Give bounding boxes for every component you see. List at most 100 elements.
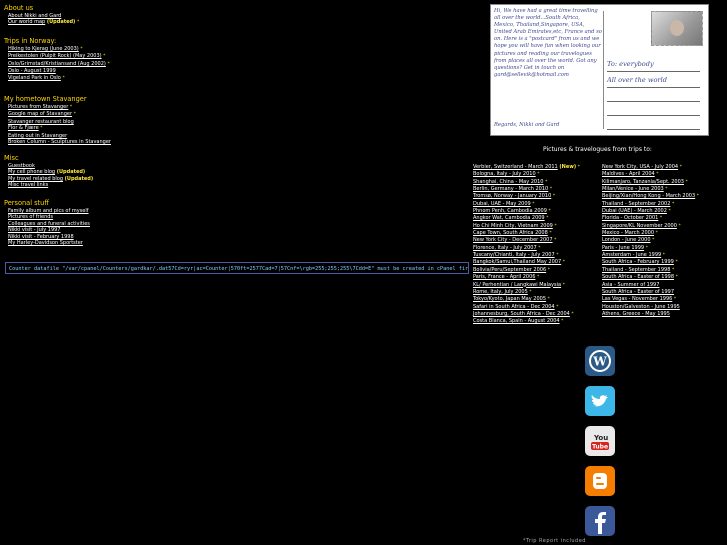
trip-link[interactable]: Preikestolen (Pulpit Rock) (May 2003)	[8, 53, 102, 59]
trip-link[interactable]: Dubai (UAE) - March 2002	[602, 208, 667, 214]
trip-link[interactable]: Milan/Venice - June 2003	[602, 186, 664, 192]
trip-link[interactable]: Berlin, Germany - March 2010	[473, 186, 548, 192]
trip-link[interactable]: Bangkok/Samui,Thailand May 2007	[473, 259, 561, 265]
trip-link[interactable]: Costa Blanca, Spain - August 2004	[473, 318, 560, 324]
trip-link[interactable]: Ho Chi Minh City, Vietnam 2009	[473, 223, 553, 229]
trip-link[interactable]: Verbier, Switzerland - March 2011	[473, 164, 558, 170]
postcard: Hi, We have had a great time travelling …	[490, 4, 709, 136]
star-icon: *	[561, 319, 564, 325]
list-item: Our world map (Updated) *	[8, 19, 79, 26]
trip-item: Safari in South Africa - Dec 2004 *	[473, 304, 580, 311]
section-heading: Personal stuff	[4, 199, 49, 207]
trip-link[interactable]: Bolivia/Peru/September 2006	[473, 267, 546, 273]
trip-link[interactable]: Las Vegas - November 1996	[602, 296, 672, 302]
trip-link[interactable]: South Africa - February 1999	[602, 259, 674, 265]
trip-link[interactable]: Athens, Greece - May 1995	[602, 311, 670, 317]
trip-link[interactable]: Johannesburg, South Africa - Dec 2004	[473, 311, 570, 317]
trip-link[interactable]: Paris - June 1999	[602, 245, 644, 251]
trip-link[interactable]: Mexico - March 2000	[602, 230, 654, 236]
section-personal: Personal stuff Family album and pics of …	[4, 199, 90, 246]
blogger-icon[interactable]	[585, 466, 615, 496]
trip-link[interactable]: Houston/Galveston - June 1995	[602, 304, 680, 310]
trip-link[interactable]: Oslo - August 1999	[8, 68, 56, 74]
trip-link[interactable]: Thailand - September 2002	[602, 201, 670, 207]
trip-link[interactable]: New York City - December 2007	[473, 237, 553, 243]
section-about: About us About Nikki and Gard Our world …	[4, 4, 79, 27]
world-map-link[interactable]: Our world map	[8, 19, 45, 25]
star-icon: *	[656, 172, 659, 178]
trip-link[interactable]: Rome, Italy, July 2005	[473, 289, 528, 295]
twitter-icon[interactable]	[585, 386, 615, 416]
stavanger-link[interactable]: Stavanger restaurant blog	[8, 119, 74, 125]
trip-link[interactable]: Phnom Penh, Cambodia 2009	[473, 208, 547, 214]
stavanger-link[interactable]: Broken Column - Sculptures in Stavanger	[8, 139, 111, 145]
trip-link[interactable]: South Africa - Easter of 1997	[602, 289, 674, 295]
trip-link[interactable]: Florence, Italy - July 2007	[473, 245, 537, 251]
star-icon: *	[103, 54, 106, 60]
postcard-address-line	[607, 115, 700, 116]
star-icon: *	[679, 165, 682, 170]
face-icon	[670, 20, 684, 36]
trip-item: Thailand - September 2002 *	[602, 201, 699, 208]
travel-blog-link[interactable]: My travel related blog	[8, 176, 63, 182]
about-link[interactable]: About Nikki and Gard	[8, 13, 61, 19]
star-icon: *	[672, 201, 675, 207]
trip-link[interactable]: Florida - October 2001	[602, 215, 658, 221]
stavanger-link[interactable]: Flor & Fjære	[8, 125, 39, 131]
trip-link[interactable]: Amsterdam - June 1999	[602, 252, 661, 258]
trip-link[interactable]: KL/ Perhentian / Langkawi Malaysia	[473, 282, 561, 288]
trip-link[interactable]: Hiking to Kjerag (June 2003)	[8, 46, 79, 52]
star-icon: *	[562, 260, 566, 266]
trip-link[interactable]: Tuscany/Chianti, Italy - July 2007	[473, 252, 555, 258]
trip-link[interactable]: London - June 2000	[602, 237, 651, 243]
trip-link[interactable]: Tromsø, Norway - January 2010	[473, 193, 551, 199]
trips-list-right: New York City, USA - July 2004 * Maldives…	[602, 164, 699, 318]
star-icon: *	[556, 304, 559, 310]
trip-item: Shanghai, China - May 2010 *	[473, 179, 580, 186]
section-heading: About us	[4, 4, 34, 12]
facebook-icon[interactable]	[585, 506, 615, 536]
trip-link[interactable]: Tokyo/Kyoto, Japan May 2005	[473, 296, 546, 302]
personal-link[interactable]: Nikki visit - February 1998	[8, 234, 74, 240]
trip-link[interactable]: Beijing/Xian/Hong Kong - March 2003	[602, 193, 695, 199]
list-item: My Harley-Davidson Sportster	[8, 240, 90, 246]
personal-link[interactable]: Colleagues and funeral activities	[8, 221, 90, 227]
star-icon: *	[547, 267, 550, 273]
personal-link[interactable]: Family album and pics of myself	[8, 208, 89, 214]
trip-item: Dubai (UAE) - March 2002 *	[602, 208, 699, 215]
youtube-icon[interactable]: You Tube	[585, 426, 615, 456]
trip-link[interactable]: Cape Town, South Africa 2008	[473, 230, 548, 236]
trip-link[interactable]: Paris, France - April 2006	[473, 274, 535, 280]
stavanger-link[interactable]: Google map of Stavanger	[8, 111, 72, 117]
stavanger-link[interactable]: Pictures from Stavanger	[8, 104, 68, 110]
trip-item: Beijing/Xian/Hong Kong - March 2003 *	[602, 193, 699, 200]
star-icon: *	[76, 20, 80, 26]
trip-link[interactable]: Kilimanjaro, Tanzania/Sept. 2003	[602, 179, 684, 185]
cell-blog-link[interactable]: My cell phone blog	[8, 169, 55, 175]
postcard-to-line: To: everybody	[607, 60, 700, 72]
trip-link[interactable]: Safari in South Africa - Dec 2004	[473, 304, 555, 310]
trip-item: Milan/Venice - June 2003 *	[602, 186, 699, 193]
personal-link[interactable]: Nikki visit - July 1997	[8, 227, 61, 233]
trip-link[interactable]: Vigeland Park in Oslo	[8, 75, 61, 81]
trip-link[interactable]: Oslo/Grimstad/Kristiansand (Aug 2002)	[8, 61, 106, 67]
personal-link[interactable]: Pictures of friends	[8, 214, 53, 220]
trip-link[interactable]: Shanghai, China - May 2010	[473, 179, 543, 185]
trip-link[interactable]: Singapore/KL November 2000	[602, 223, 677, 229]
trip-link[interactable]: South Africa - Easter of 1998	[602, 274, 674, 280]
trip-link[interactable]: Bologna, Italy - July 2010	[473, 171, 536, 177]
guestbook-link[interactable]: Guestbook	[8, 163, 35, 169]
trip-item: Asia - Summer of 1997	[602, 282, 699, 289]
trip-link[interactable]: Angkor Wat, Cambodia 2009	[473, 215, 545, 221]
stavanger-link[interactable]: Eating out in Stavanger	[8, 133, 67, 139]
trip-item: Athens, Greece - May 1995	[602, 311, 699, 318]
trip-link[interactable]: Dubai, UAE - May 2009	[473, 201, 531, 207]
travel-links-link[interactable]: Misc travel links	[8, 182, 48, 188]
personal-link[interactable]: My Harley-Davidson Sportster	[8, 240, 83, 246]
trip-item: Amsterdam - June 1999 *	[602, 252, 699, 259]
trip-link[interactable]: Maldives - April 2004	[602, 171, 655, 177]
trip-link[interactable]: Asia - Summer of 1997	[602, 282, 659, 288]
wordpress-icon[interactable]: W	[585, 346, 615, 376]
trip-link[interactable]: Thailand - September 1998	[602, 267, 670, 273]
trip-link[interactable]: New York City, USA - July 2004	[602, 164, 678, 170]
